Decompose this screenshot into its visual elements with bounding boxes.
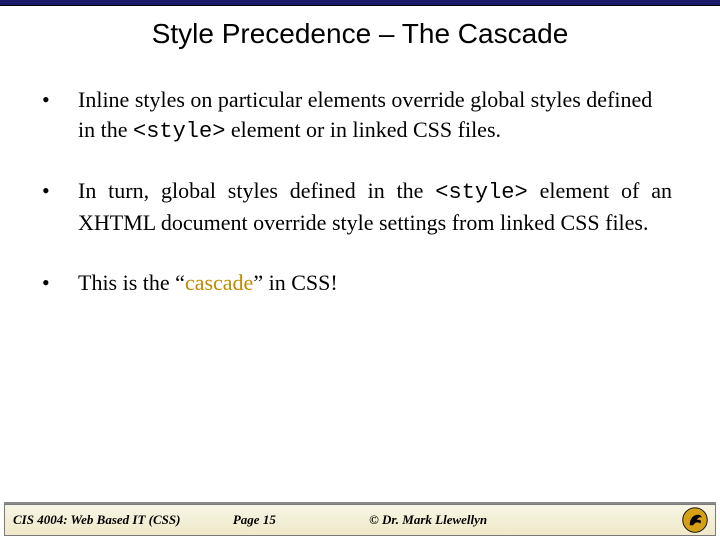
bullet-text: Inline styles on particular elements ove… (78, 85, 672, 146)
highlight-text: cascade (185, 270, 253, 295)
top-rule (0, 0, 720, 6)
code-text: <style> (133, 119, 225, 144)
text-post: element or in linked CSS files. (225, 117, 501, 142)
bullet-item: • In turn, global styles defined in the … (42, 176, 672, 237)
bullet-marker: • (42, 85, 78, 115)
slide-body: • Inline styles on particular elements o… (42, 85, 672, 327)
bullet-text: This is the “cascade” in CSS! (78, 268, 672, 298)
text-pre: This is the “ (78, 270, 185, 295)
bullet-text: In turn, global styles defined in the <s… (78, 176, 672, 237)
pegasus-logo-icon (681, 506, 709, 534)
footer-bar: CIS 4004: Web Based IT (CSS) Page 15 © D… (4, 504, 716, 536)
bullet-marker: • (42, 176, 78, 206)
footer-page: Page 15 (233, 512, 276, 528)
code-text: <style> (435, 180, 527, 205)
slide-footer: CIS 4004: Web Based IT (CSS) Page 15 © D… (0, 500, 720, 540)
footer-course: CIS 4004: Web Based IT (CSS) (5, 512, 180, 528)
text-pre: In turn, global styles defined in the (78, 178, 435, 203)
footer-copyright: © Dr. Mark Llewellyn (369, 512, 487, 528)
slide-title: Style Precedence – The Cascade (0, 18, 720, 50)
bullet-marker: • (42, 268, 78, 298)
bullet-item: • This is the “cascade” in CSS! (42, 268, 672, 298)
bullet-item: • Inline styles on particular elements o… (42, 85, 672, 146)
text-post: ” in CSS! (253, 270, 337, 295)
